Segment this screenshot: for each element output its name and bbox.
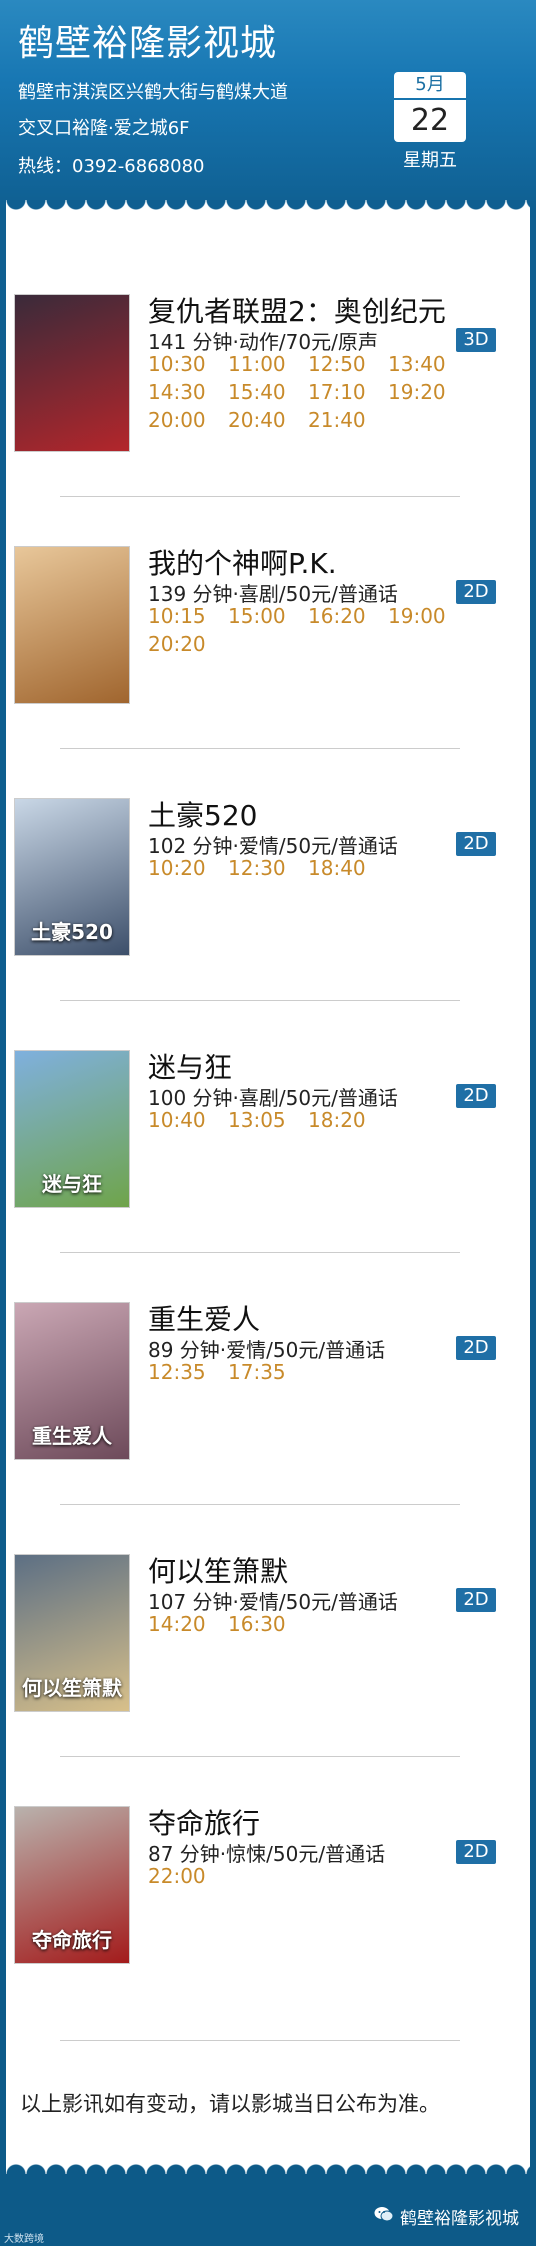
divider xyxy=(60,748,460,749)
showtimes: 10:15 15:00 16:20 19:00 20:20 xyxy=(148,602,468,658)
footer-account: 鹤壁裕隆影视城 xyxy=(400,2209,519,2229)
showtimes: 14:20 16:30 xyxy=(148,1610,468,1638)
cinema-title: 鹤壁裕隆影视城 xyxy=(18,23,278,64)
showtimes: 22:00 xyxy=(148,1862,468,1890)
poster-title-art: 土豪520 xyxy=(31,920,113,944)
movie-poster[interactable]: 何以笙箫默 xyxy=(14,1554,130,1712)
address-line-2: 交叉口裕隆·爱之城6F xyxy=(18,118,190,139)
showtime[interactable]: 22:00 xyxy=(148,1862,228,1890)
divider xyxy=(60,1504,460,1505)
movie-poster[interactable]: 夺命旅行 xyxy=(14,1806,130,1964)
poster-title-art: 何以笙箫默 xyxy=(22,1676,122,1700)
scallop-edge-bottom xyxy=(6,2152,530,2174)
showtimes: 12:35 17:35 xyxy=(148,1358,468,1386)
showtime[interactable]: 10:30 xyxy=(148,350,228,378)
showtime[interactable]: 21:40 xyxy=(308,406,388,434)
poster-art xyxy=(15,547,129,703)
divider xyxy=(60,1756,460,1757)
divider xyxy=(60,1252,460,1253)
showtime[interactable]: 14:30 xyxy=(148,378,228,406)
hotline: 热线：0392-6868080 xyxy=(18,156,205,177)
showtime[interactable]: 14:20 xyxy=(148,1610,228,1638)
showtime[interactable]: 10:40 xyxy=(148,1106,228,1134)
showtime[interactable]: 15:00 xyxy=(228,602,308,630)
showtime[interactable]: 10:15 xyxy=(148,602,228,630)
showtime[interactable]: 11:00 xyxy=(228,350,308,378)
showtime[interactable]: 20:40 xyxy=(228,406,308,434)
movie-title[interactable]: 土豪520 xyxy=(148,794,257,834)
movie-title[interactable]: 夺命旅行 xyxy=(148,1802,260,1842)
poster-title-art: 夺命旅行 xyxy=(32,1928,112,1952)
notice-text: 以上影讯如有变动，请以影城当日公布为准。 xyxy=(20,2092,440,2116)
showtime[interactable]: 19:20 xyxy=(388,378,468,406)
format-badge: 3D xyxy=(456,328,496,352)
showtime[interactable]: 16:30 xyxy=(228,1610,308,1638)
date-month: 5月 xyxy=(394,72,466,98)
showtime[interactable]: 20:00 xyxy=(148,406,228,434)
address-line-1: 鹤壁市淇滨区兴鹤大街与鹤煤大道 xyxy=(18,82,288,103)
movie-poster[interactable] xyxy=(14,294,130,452)
movie-poster[interactable]: 迷与狂 xyxy=(14,1050,130,1208)
showtimes: 10:30 11:00 12:50 13:40 14:30 15:40 17:10 19:20… xyxy=(148,350,468,434)
showtime[interactable]: 13:40 xyxy=(388,350,468,378)
showtime[interactable]: 20:20 xyxy=(148,630,228,658)
divider xyxy=(60,1000,460,1001)
showtime[interactable]: 13:05 xyxy=(228,1106,308,1134)
poster-title-art: 迷与狂 xyxy=(42,1172,102,1196)
poster-title-art: 重生爱人 xyxy=(32,1424,112,1448)
format-badge: 2D xyxy=(456,1336,496,1360)
showtime[interactable]: 12:50 xyxy=(308,350,388,378)
movie-title[interactable]: 我的个神啊P.K. xyxy=(148,542,337,582)
date-weekday: 星期五 xyxy=(403,150,457,171)
divider xyxy=(60,2040,460,2041)
showtime[interactable]: 17:35 xyxy=(228,1358,308,1386)
date-calendar: 5月 22 xyxy=(394,72,466,144)
format-badge: 2D xyxy=(456,1084,496,1108)
movie-title[interactable]: 迷与狂 xyxy=(148,1046,232,1086)
format-badge: 2D xyxy=(456,832,496,856)
divider xyxy=(60,496,460,497)
showtime[interactable]: 16:20 xyxy=(308,602,388,630)
showtimes: 10:40 13:05 18:20 xyxy=(148,1106,468,1134)
showtime[interactable]: 17:10 xyxy=(308,378,388,406)
showtime[interactable]: 12:30 xyxy=(228,854,308,882)
movie-title[interactable]: 何以笙箫默 xyxy=(148,1550,288,1590)
format-badge: 2D xyxy=(456,1840,496,1864)
movie-poster[interactable]: 重生爱人 xyxy=(14,1302,130,1460)
showtime[interactable]: 15:40 xyxy=(228,378,308,406)
showtime[interactable]: 10:20 xyxy=(148,854,228,882)
poster-art xyxy=(15,295,129,451)
movie-title[interactable]: 重生爱人 xyxy=(148,1298,260,1338)
showtimes: 10:20 12:30 18:40 xyxy=(148,854,468,882)
showtime[interactable]: 18:20 xyxy=(308,1106,388,1134)
format-badge: 2D xyxy=(456,1588,496,1612)
movie-poster[interactable] xyxy=(14,546,130,704)
showtime[interactable]: 19:00 xyxy=(388,602,468,630)
showtime[interactable]: 12:35 xyxy=(148,1358,228,1386)
wechat-icon xyxy=(374,2207,394,2222)
movie-title[interactable]: 复仇者联盟2：奥创纪元 xyxy=(148,290,446,330)
date-day: 22 xyxy=(394,100,466,142)
format-badge: 2D xyxy=(456,580,496,604)
movie-poster[interactable]: 土豪520 xyxy=(14,798,130,956)
scallop-edge-top xyxy=(6,200,530,222)
watermark: 大数跨境 xyxy=(4,2234,44,2245)
showtime[interactable]: 18:40 xyxy=(308,854,388,882)
